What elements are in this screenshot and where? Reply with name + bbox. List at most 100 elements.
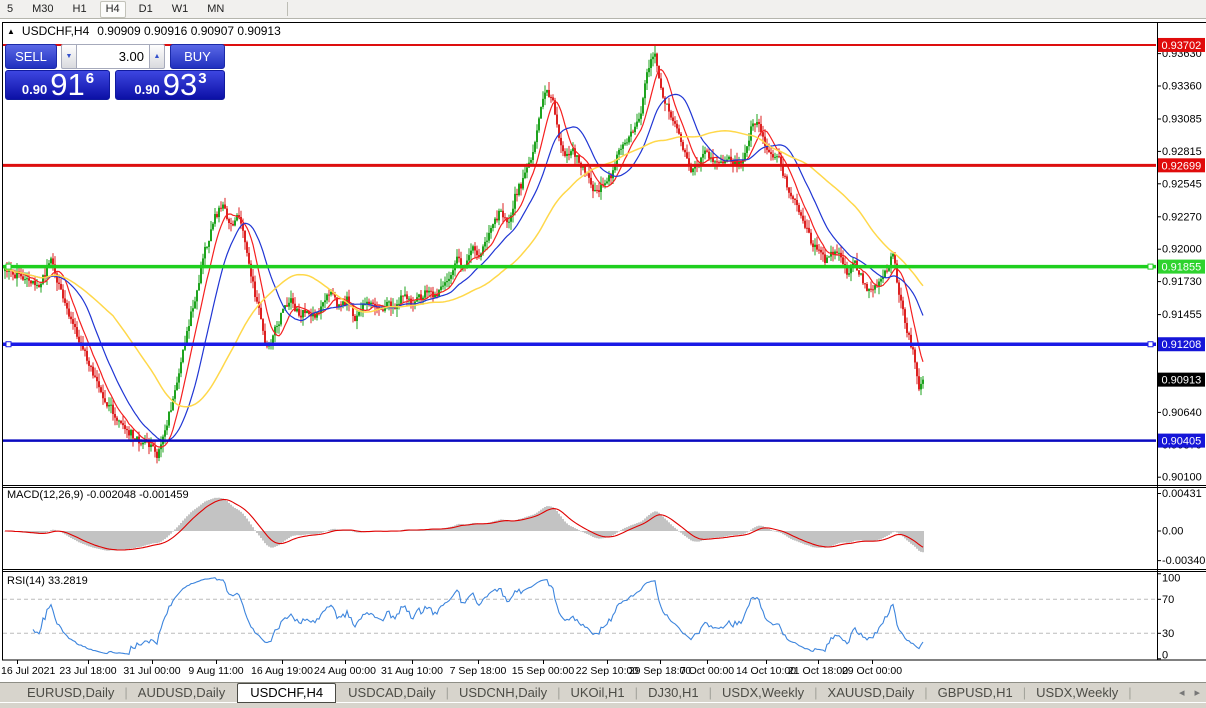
sell-price-sup: 6 — [86, 70, 94, 87]
chart-tab-gbpusd-h1[interactable]: GBPUSD,H1 — [929, 684, 1022, 702]
sell-button[interactable]: SELL — [5, 44, 57, 69]
chart-tab-usdx-weekly[interactable]: USDX,Weekly — [713, 684, 813, 702]
one-click-trade-panel: SELL ▼ ▲ BUY 0.90 91 6 0.90 93 3 — [5, 44, 225, 100]
svg-text:7 Oct 00:00: 7 Oct 00:00 — [680, 665, 734, 677]
chart-tab-eurusd-daily[interactable]: EURUSD,Daily — [18, 684, 123, 702]
svg-text:31 Aug 10:00: 31 Aug 10:00 — [381, 665, 443, 677]
chart-tab-ukoil-h1[interactable]: UKOil,H1 — [561, 684, 633, 702]
svg-text:0.91730: 0.91730 — [1162, 276, 1202, 288]
macd-indicator-label: MACD(12,26,9) -0.002048 -0.001459 — [7, 489, 189, 501]
tab-separator: | — [124, 685, 127, 700]
svg-text:0.90100: 0.90100 — [1162, 472, 1202, 484]
buy-price-sup: 3 — [198, 70, 206, 87]
svg-text:0.90405: 0.90405 — [1162, 436, 1202, 448]
svg-text:0.90913: 0.90913 — [1162, 375, 1202, 387]
price-axis[interactable]: 0.936300.933600.930850.928150.925450.922… — [1157, 38, 1206, 662]
svg-text:0.91455: 0.91455 — [1162, 309, 1202, 321]
svg-text:0.92270: 0.92270 — [1162, 211, 1202, 223]
chart-window-borders — [2, 22, 1206, 660]
timeframe-button-h1[interactable]: H1 — [67, 1, 93, 18]
chart-symbol-title: USDCHF,H4 — [22, 24, 89, 38]
buy-price-prefix: 0.90 — [134, 82, 159, 97]
timeframe-button-5-partial[interactable]: 5 — [1, 1, 19, 18]
ma-line-9 — [5, 70, 923, 448]
svg-text:0.00: 0.00 — [1162, 526, 1183, 538]
svg-text:30: 30 — [1162, 628, 1174, 640]
timeframe-button-d1[interactable]: D1 — [133, 1, 159, 18]
chart-tab-usdchf-h4[interactable]: USDCHF,H4 — [237, 683, 336, 703]
tab-separator: | — [814, 685, 817, 700]
collapse-triangle-icon[interactable]: ▲ — [7, 27, 15, 36]
chart-tab-usdx-weekly-2[interactable]: USDX,Weekly — [1027, 684, 1127, 702]
svg-text:0.92699: 0.92699 — [1162, 160, 1202, 172]
svg-text:0.91855: 0.91855 — [1162, 262, 1202, 274]
hline-handle[interactable] — [1148, 342, 1153, 347]
tab-separator: | — [1023, 685, 1026, 700]
svg-text:15 Sep 00:00: 15 Sep 00:00 — [512, 665, 575, 677]
tab-separator: | — [557, 685, 560, 700]
svg-text:23 Jul 18:00: 23 Jul 18:00 — [59, 665, 116, 677]
macd-panel-content — [4, 498, 924, 553]
svg-text:0.92545: 0.92545 — [1162, 178, 1202, 190]
chart-tab-xauusd-daily[interactable]: XAUUSD,Daily — [819, 684, 924, 702]
sell-price-big: 91 — [50, 71, 84, 99]
price-level-label: 0.91855 — [1158, 260, 1205, 274]
svg-text:29 Oct 00:00: 29 Oct 00:00 — [842, 665, 902, 677]
svg-text:0.00431: 0.00431 — [1162, 488, 1202, 500]
svg-text:0.93702: 0.93702 — [1162, 40, 1202, 52]
chart-tab-audusd-daily[interactable]: AUDUSD,Daily — [129, 684, 234, 702]
sell-price-box[interactable]: 0.90 91 6 — [5, 70, 110, 100]
volume-decrease-button[interactable]: ▼ — [61, 44, 77, 69]
timeframe-button-w1[interactable]: W1 — [166, 1, 195, 18]
timeframe-toolbar: 5 M30 H1 H4 D1 W1 MN — [0, 0, 1206, 19]
chart-canvas[interactable]: 0.936300.933600.930850.928150.925450.922… — [0, 22, 1206, 682]
hline-handle[interactable] — [6, 342, 11, 347]
price-level-label: 0.91208 — [1158, 337, 1205, 351]
horizontal-level-lines — [3, 45, 1156, 441]
hline-handle[interactable] — [6, 264, 11, 269]
sell-price-prefix: 0.90 — [22, 82, 47, 97]
timeframe-button-m30[interactable]: M30 — [26, 1, 59, 18]
ma-line-55 — [5, 131, 923, 407]
buy-button[interactable]: BUY — [170, 44, 225, 69]
volume-increase-button[interactable]: ▲ — [149, 44, 165, 69]
toolbar-separator — [287, 2, 288, 16]
svg-text:0.91208: 0.91208 — [1162, 339, 1202, 351]
tab-scroll-right-icon[interactable]: ▸ — [1194, 686, 1200, 699]
trading-terminal-window: 5 M30 H1 H4 D1 W1 MN ▲ USDCHF,H4 0.90909 0.90916… — [0, 0, 1206, 708]
rsi-indicator-label: RSI(14) 33.2819 — [7, 575, 88, 587]
timeframe-button-h4[interactable]: H4 — [100, 1, 126, 18]
price-level-label: 0.92699 — [1158, 158, 1205, 172]
rsi-panel-content — [3, 578, 1156, 655]
svg-text:0: 0 — [1162, 650, 1168, 662]
chart-tab-dj30-h1[interactable]: DJ30,H1 — [639, 684, 708, 702]
svg-text:21 Oct 18:00: 21 Oct 18:00 — [788, 665, 848, 677]
svg-text:0.93085: 0.93085 — [1162, 114, 1202, 126]
rsi-line — [33, 578, 923, 655]
buy-price-big: 93 — [163, 71, 197, 99]
svg-text:0.93360: 0.93360 — [1162, 81, 1202, 93]
svg-text:0.92000: 0.92000 — [1162, 244, 1202, 256]
tab-separator: | — [1128, 685, 1131, 700]
chart-tab-usdcnh-daily[interactable]: USDCNH,Daily — [450, 684, 556, 702]
time-axis[interactable]: 16 Jul 202123 Jul 18:0031 Jul 00:009 Aug… — [1, 660, 902, 677]
price-level-label: 0.90913 — [1158, 373, 1205, 387]
volume-input[interactable] — [77, 44, 149, 69]
svg-text:-0.003405: -0.003405 — [1162, 555, 1206, 567]
svg-text:0.90640: 0.90640 — [1162, 407, 1202, 419]
candlesticks — [4, 45, 924, 463]
tab-separator: | — [924, 685, 927, 700]
symbol-tab-bar: EURUSD,Daily|AUDUSD,DailyUSDCHF,H4USDCAD… — [0, 682, 1206, 702]
tab-scroll-left-icon[interactable]: ◂ — [1179, 686, 1185, 699]
buy-price-box[interactable]: 0.90 93 3 — [115, 70, 225, 100]
chart-ohlc-values: 0.90909 0.90916 0.90907 0.90913 — [97, 24, 281, 38]
hline-handle[interactable] — [1148, 264, 1153, 269]
svg-text:16 Aug 19:00: 16 Aug 19:00 — [251, 665, 313, 677]
timeframe-button-mn[interactable]: MN — [201, 1, 230, 18]
svg-text:9 Aug 11:00: 9 Aug 11:00 — [188, 665, 243, 677]
svg-text:70: 70 — [1162, 594, 1174, 606]
svg-text:31 Jul 00:00: 31 Jul 00:00 — [123, 665, 180, 677]
price-level-label: 0.90405 — [1158, 434, 1205, 448]
price-level-label: 0.93702 — [1158, 38, 1205, 52]
chart-tab-usdcad-daily[interactable]: USDCAD,Daily — [339, 684, 444, 702]
